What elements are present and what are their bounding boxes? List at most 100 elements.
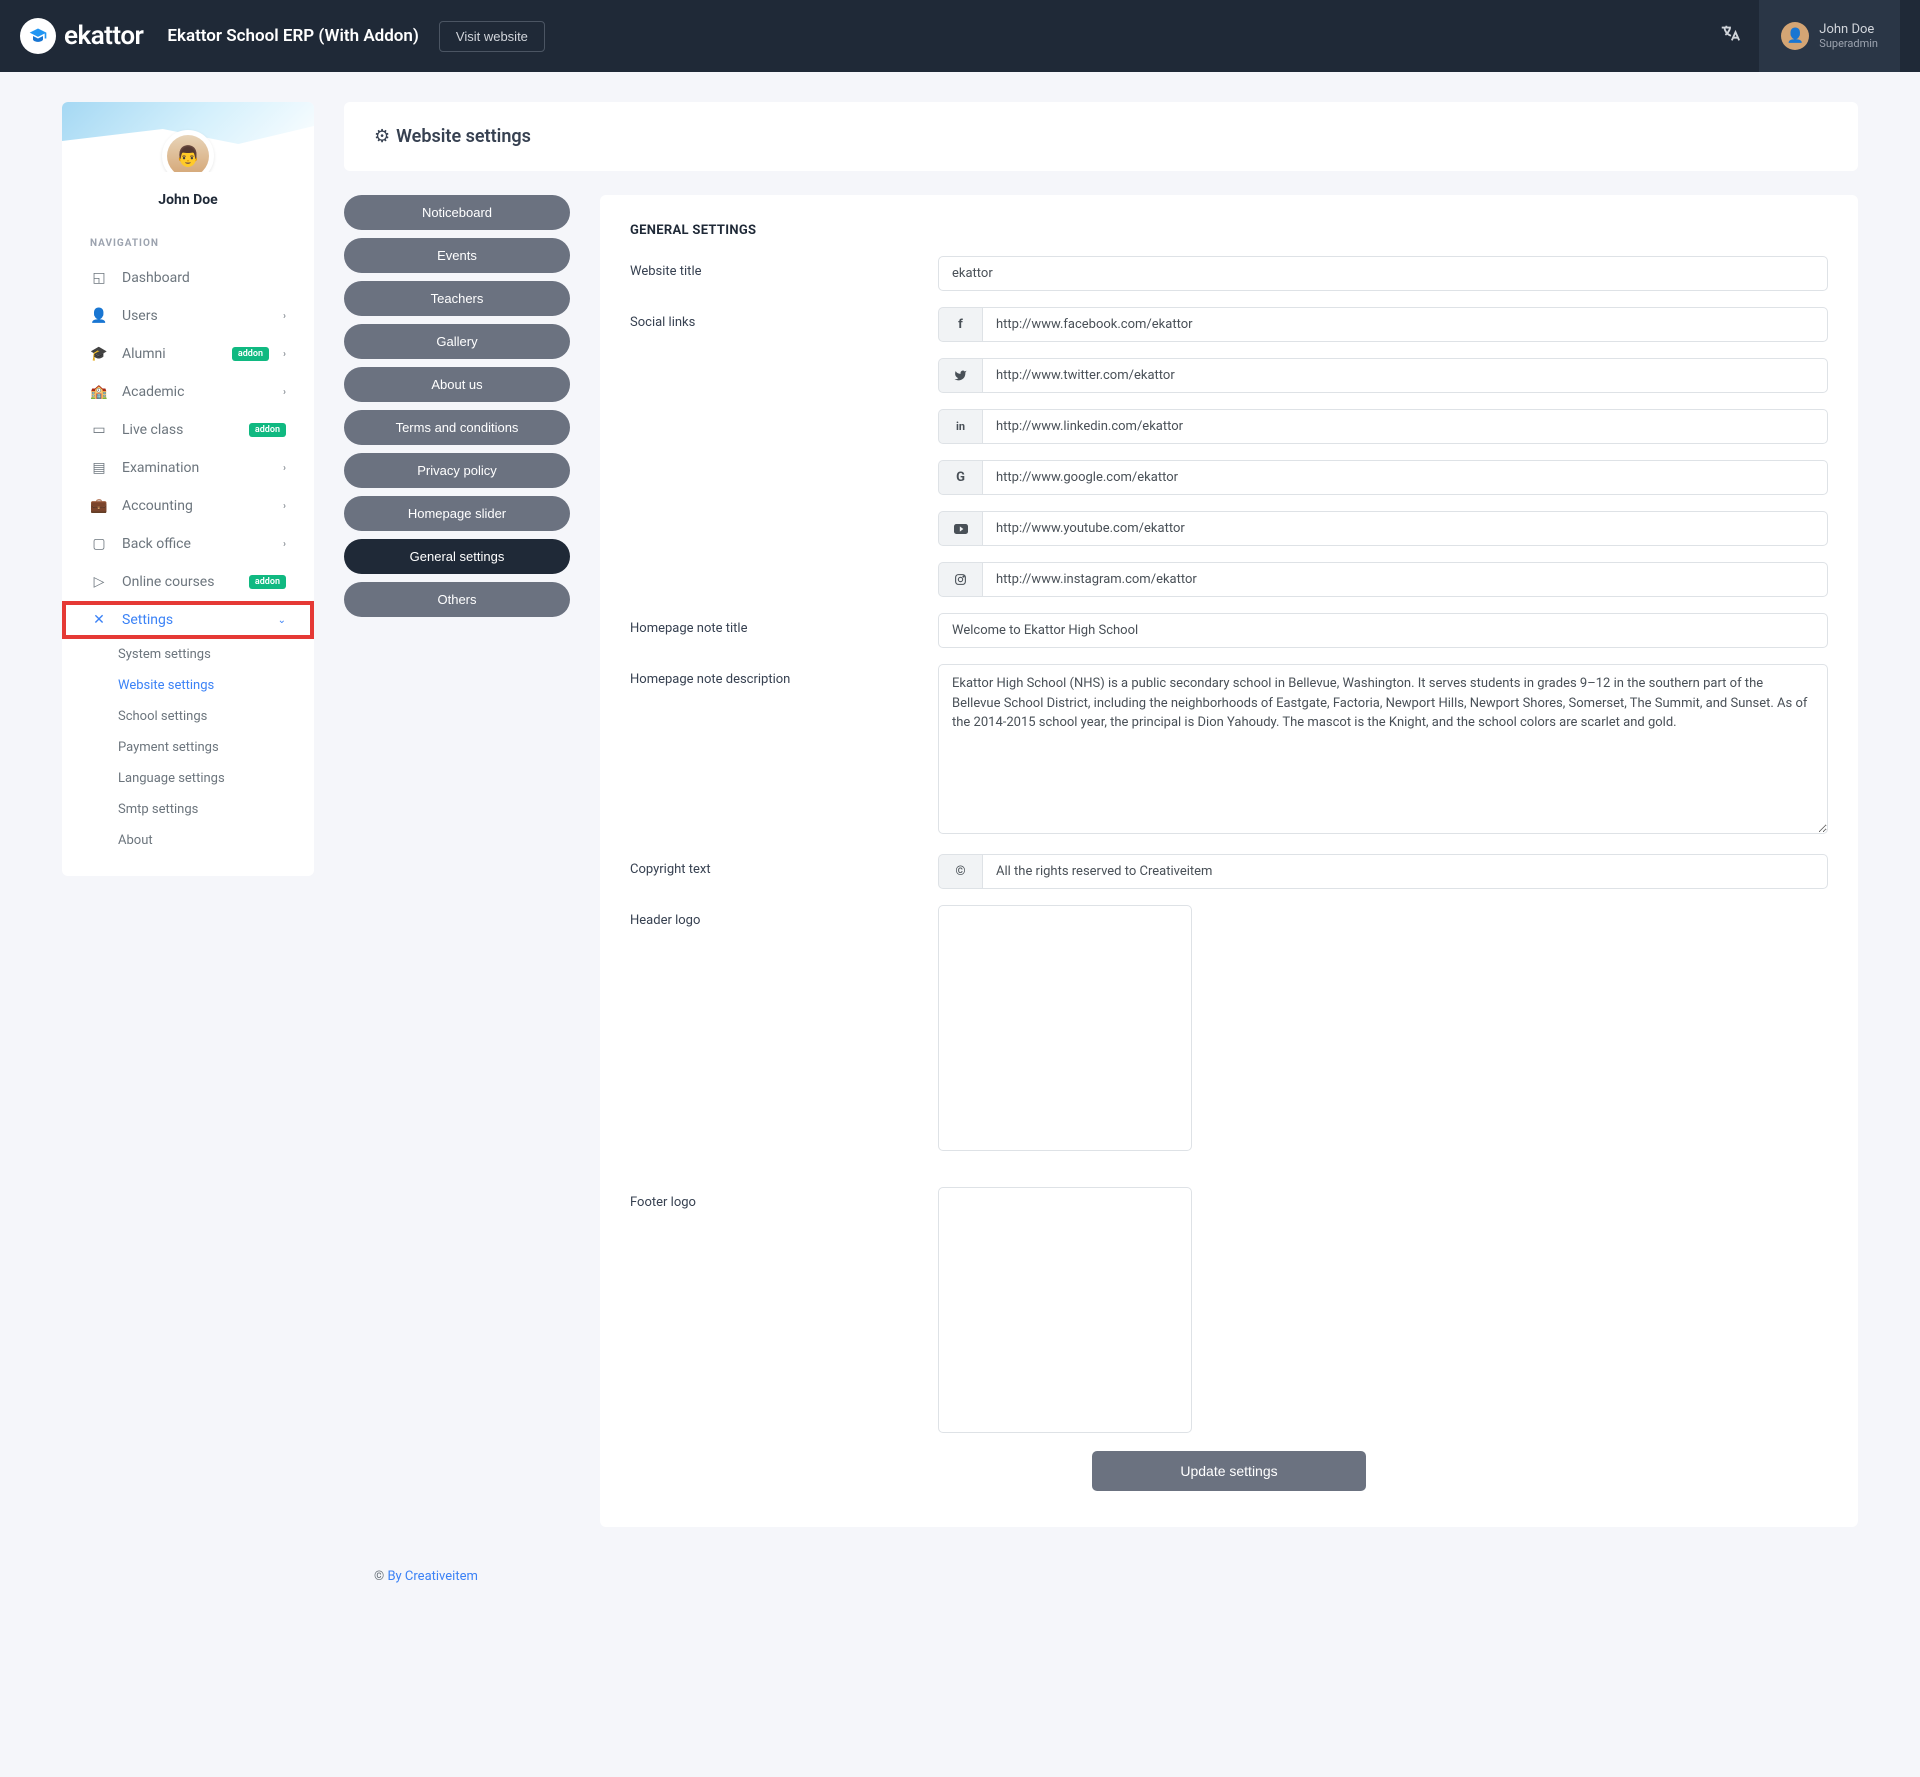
gear-icon: ⚙: [374, 126, 390, 147]
briefcase-icon: 💼: [90, 497, 108, 515]
subnav-school-settings[interactable]: School settings: [90, 701, 314, 732]
app-title: Ekattor School ERP (With Addon): [167, 26, 418, 46]
addon-badge: addon: [249, 423, 286, 437]
update-settings-button[interactable]: Update settings: [1092, 1451, 1365, 1491]
avatar: 👤: [1781, 22, 1809, 50]
nav-label: Back office: [122, 536, 269, 552]
user-role: Superadmin: [1819, 37, 1878, 50]
sidebar-item-examination[interactable]: ▤ Examination ›: [62, 449, 314, 487]
addon-badge: addon: [249, 575, 286, 589]
academic-icon: 🏫: [90, 383, 108, 401]
homepage-note-desc-textarea[interactable]: [938, 664, 1828, 834]
label-homepage-note-desc: Homepage note description: [630, 664, 938, 838]
label-website-title: Website title: [630, 256, 938, 291]
settings-submenu: System settings Website settings School …: [62, 639, 314, 856]
facebook-icon: f: [938, 307, 982, 342]
nav-label: Alumni: [122, 346, 218, 362]
general-settings-form: GENERAL SETTINGS Website title Social li…: [600, 195, 1858, 1527]
twitter-input[interactable]: [982, 358, 1828, 393]
google-icon: G: [938, 460, 982, 495]
brand-name: ekattor: [64, 21, 143, 51]
homepage-note-title-input[interactable]: [938, 613, 1828, 648]
subnav-about[interactable]: About: [90, 825, 314, 856]
label-footer-logo: Footer logo: [630, 1187, 938, 1433]
subnav-website-settings[interactable]: Website settings: [90, 670, 314, 701]
label-homepage-note-title: Homepage note title: [630, 613, 938, 648]
sidebar-item-academic[interactable]: 🏫 Academic ›: [62, 373, 314, 411]
logo-icon: [20, 18, 56, 54]
google-input[interactable]: [982, 460, 1828, 495]
dashboard-icon: ◱: [90, 269, 108, 287]
sidebar-item-dashboard[interactable]: ◱ Dashboard: [62, 259, 314, 297]
nav-label: Online courses: [122, 574, 235, 590]
instagram-icon: [938, 562, 982, 597]
sidebar-item-back-office[interactable]: ▢ Back office ›: [62, 525, 314, 563]
tools-icon: ✕: [90, 611, 108, 629]
subnav-smtp-settings[interactable]: Smtp settings: [90, 794, 314, 825]
subnav-payment-settings[interactable]: Payment settings: [90, 732, 314, 763]
tab-homepage-slider[interactable]: Homepage slider: [344, 496, 570, 531]
box-icon: ▢: [90, 535, 108, 553]
sidebar-item-settings[interactable]: ✕ Settings ⌄: [62, 601, 314, 639]
nav-label: Dashboard: [122, 270, 286, 286]
facebook-input[interactable]: [982, 307, 1828, 342]
settings-tabs: Noticeboard Events Teachers Gallery Abou…: [344, 195, 570, 617]
linkedin-input[interactable]: [982, 409, 1828, 444]
sidebar: 👨 John Doe NAVIGATION ◱ Dashboard 👤 User…: [62, 102, 314, 876]
subnav-system-settings[interactable]: System settings: [90, 639, 314, 670]
exam-icon: ▤: [90, 459, 108, 477]
chevron-right-icon: ›: [283, 463, 286, 474]
sidebar-item-accounting[interactable]: 💼 Accounting ›: [62, 487, 314, 525]
tab-gallery[interactable]: Gallery: [344, 324, 570, 359]
chevron-right-icon: ›: [283, 501, 286, 512]
play-icon: ▷: [90, 573, 108, 591]
tab-teachers[interactable]: Teachers: [344, 281, 570, 316]
tab-terms[interactable]: Terms and conditions: [344, 410, 570, 445]
tab-others[interactable]: Others: [344, 582, 570, 617]
copyright-icon: ©: [938, 854, 982, 889]
nav-label: Live class: [122, 422, 235, 438]
nav-label: Examination: [122, 460, 269, 476]
nav-label: Academic: [122, 384, 269, 400]
instagram-input[interactable]: [982, 562, 1828, 597]
label-social-links: Social links: [630, 307, 938, 597]
youtube-input[interactable]: [982, 511, 1828, 546]
tab-about-us[interactable]: About us: [344, 367, 570, 402]
nav-heading: NAVIGATION: [62, 228, 314, 259]
sidebar-item-alumni[interactable]: 🎓 Alumni addon ›: [62, 335, 314, 373]
nav-label: Users: [122, 308, 269, 324]
header-logo-upload[interactable]: [938, 905, 1192, 1151]
profile-name: John Doe: [62, 192, 314, 208]
user-menu[interactable]: 👤 John Doe Superadmin: [1759, 0, 1900, 72]
footer: © By Creativeitem: [344, 1551, 1858, 1594]
sidebar-item-users[interactable]: 👤 Users ›: [62, 297, 314, 335]
linkedin-icon: in: [938, 409, 982, 444]
sidebar-item-online-courses[interactable]: ▷ Online courses addon: [62, 563, 314, 601]
footer-logo-upload[interactable]: [938, 1187, 1192, 1433]
footer-prefix: ©: [374, 1569, 387, 1584]
nav-label: Settings: [122, 612, 264, 628]
tab-noticeboard[interactable]: Noticeboard: [344, 195, 570, 230]
brand-logo[interactable]: ekattor: [20, 18, 143, 54]
website-title-input[interactable]: [938, 256, 1828, 291]
chevron-right-icon: ›: [283, 539, 286, 550]
page-title: Website settings: [396, 126, 531, 147]
nav-label: Accounting: [122, 498, 269, 514]
chevron-right-icon: ›: [283, 387, 286, 398]
label-copyright: Copyright text: [630, 854, 938, 889]
chevron-right-icon: ›: [283, 311, 286, 322]
language-icon[interactable]: [1719, 23, 1741, 50]
tab-events[interactable]: Events: [344, 238, 570, 273]
tab-general-settings[interactable]: General settings: [344, 539, 570, 574]
label-header-logo: Header logo: [630, 905, 938, 1151]
subnav-language-settings[interactable]: Language settings: [90, 763, 314, 794]
users-icon: 👤: [90, 307, 108, 325]
copyright-input[interactable]: [982, 854, 1828, 889]
footer-link[interactable]: By Creativeitem: [387, 1569, 477, 1584]
youtube-icon: [938, 511, 982, 546]
twitter-icon: [938, 358, 982, 393]
sidebar-item-live-class[interactable]: ▭ Live class addon: [62, 411, 314, 449]
visit-website-button[interactable]: Visit website: [439, 21, 545, 52]
alumni-icon: 🎓: [90, 345, 108, 363]
tab-privacy[interactable]: Privacy policy: [344, 453, 570, 488]
